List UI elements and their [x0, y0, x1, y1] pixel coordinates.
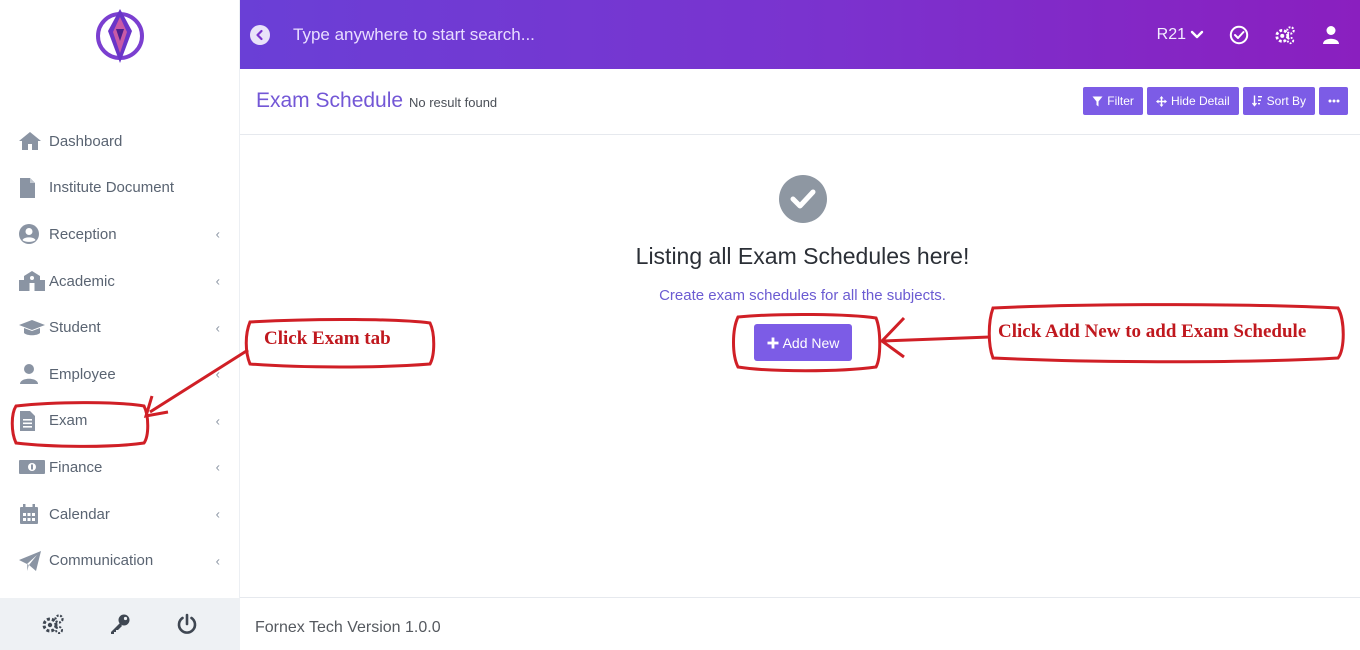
arrow-left-icon — [256, 29, 263, 40]
chevron-left-icon: ‹ — [215, 226, 220, 242]
add-new-label: Add New — [782, 334, 840, 351]
sidebar-item-reception[interactable]: Reception ‹ — [0, 211, 240, 258]
filter-icon — [1092, 96, 1103, 106]
sort-by-label: Sort By — [1266, 94, 1306, 108]
topbar-actions: R21 — [1157, 0, 1342, 69]
app-root: Dashboard Institute Document Reception ‹ — [0, 0, 1360, 650]
sidebar-item-label: Academic — [49, 272, 115, 290]
employee-icon — [18, 363, 46, 385]
chevron-left-icon: ‹ — [215, 273, 220, 289]
move-arrows-icon — [1155, 95, 1167, 107]
sidebar: Dashboard Institute Document Reception ‹ — [0, 0, 240, 650]
paper-plane-icon — [18, 550, 46, 572]
sidebar-item-institute-document[interactable]: Institute Document — [0, 165, 240, 212]
file-text-icon — [18, 410, 46, 432]
version-text: Fornex Tech Version 1.0.0 — [255, 619, 441, 636]
empty-state-title: Listing all Exam Schedules here! — [635, 243, 970, 269]
sidebar-item-employee[interactable]: Employee ‹ — [0, 351, 240, 398]
money-icon — [18, 456, 46, 478]
sidebar-item-label: Employee — [49, 365, 116, 383]
header-actions: Filter Hide Detail Sort By — [1083, 87, 1348, 115]
sidebar-item-student[interactable]: Student ‹ — [0, 304, 240, 351]
empty-state: Listing all Exam Schedules here! Create … — [240, 135, 1360, 597]
exam-tab-annotation: Click Exam tab — [264, 328, 391, 349]
chevron-left-icon: ‹ — [215, 320, 220, 336]
home-icon — [18, 130, 46, 152]
hide-detail-button[interactable]: Hide Detail — [1146, 87, 1239, 115]
sidebar-item-label: Exam — [49, 412, 88, 430]
sidebar-item-label: Calendar — [49, 505, 110, 523]
sidebar-item-dashboard[interactable]: Dashboard — [0, 118, 240, 165]
sidebar-nav: Dashboard Institute Document Reception ‹ — [0, 118, 240, 584]
filter-button[interactable]: Filter — [1083, 87, 1143, 115]
sidebar-item-label: Finance — [49, 458, 103, 476]
hide-detail-label: Hide Detail — [1170, 94, 1230, 108]
check-circle-icon[interactable] — [1228, 24, 1250, 46]
empty-state-subtitle: Create exam schedules for all the subjec… — [659, 287, 946, 304]
chevron-down-icon — [1190, 30, 1204, 38]
settings-gears-icon[interactable] — [1274, 24, 1296, 46]
user-icon[interactable] — [1320, 24, 1342, 46]
sidebar-footer — [0, 598, 240, 650]
key-icon[interactable] — [107, 611, 133, 637]
sort-icon — [1251, 95, 1262, 107]
graduation-cap-icon — [18, 317, 46, 339]
result-count-text: No result found — [409, 95, 498, 110]
sidebar-item-finance[interactable]: Finance ‹ — [0, 444, 240, 491]
topbar: R21 — [240, 0, 1360, 69]
add-new-annotation: Click Add New to add Exam Schedule — [998, 321, 1307, 342]
session-dropdown[interactable]: R21 — [1157, 26, 1204, 44]
chevron-left-icon: ‹ — [215, 506, 220, 522]
document-icon — [18, 177, 46, 199]
sidebar-item-label: Dashboard — [49, 132, 123, 150]
filter-label: Filter — [1107, 94, 1134, 108]
sort-by-button[interactable]: Sort By — [1242, 87, 1315, 115]
school-icon — [18, 270, 46, 292]
sidebar-item-label: Institute Document — [49, 179, 175, 197]
collapse-back-button[interactable] — [250, 24, 270, 45]
sidebar-item-academic[interactable]: Academic ‹ — [0, 258, 240, 305]
check-circle-icon — [779, 175, 827, 223]
sidebar-item-communication[interactable]: Communication ‹ — [0, 537, 240, 584]
sidebar-item-label: Communication — [49, 552, 154, 570]
session-label: R21 — [1156, 25, 1186, 43]
logo[interactable] — [0, 0, 239, 72]
chevron-left-icon: ‹ — [215, 413, 220, 429]
page-header: Exam Schedule No result found Filter Hid… — [240, 69, 1360, 135]
plus-icon — [767, 337, 779, 348]
search-input[interactable] — [293, 24, 893, 45]
more-options-button[interactable] — [1319, 87, 1348, 115]
logo-icon — [95, 9, 144, 63]
chevron-left-icon: ‹ — [215, 366, 220, 382]
ellipsis-icon — [1328, 99, 1339, 103]
sidebar-item-calendar[interactable]: Calendar ‹ — [0, 491, 240, 538]
sidebar-item-exam[interactable]: Exam ‹ — [0, 398, 240, 445]
user-circle-icon — [18, 223, 46, 245]
chevron-left-icon: ‹ — [215, 553, 220, 569]
chevron-left-icon: ‹ — [215, 459, 220, 475]
add-new-button[interactable]: Add New — [754, 324, 852, 361]
calendar-icon — [18, 503, 46, 525]
power-icon[interactable] — [174, 611, 200, 637]
page-title: Exam Schedule — [256, 89, 404, 112]
sidebar-item-label: Reception — [49, 225, 117, 243]
page-footer: Fornex Tech Version 1.0.0 — [240, 597, 1360, 650]
settings-gears-icon[interactable] — [40, 611, 66, 637]
sidebar-item-label: Student — [49, 319, 101, 337]
